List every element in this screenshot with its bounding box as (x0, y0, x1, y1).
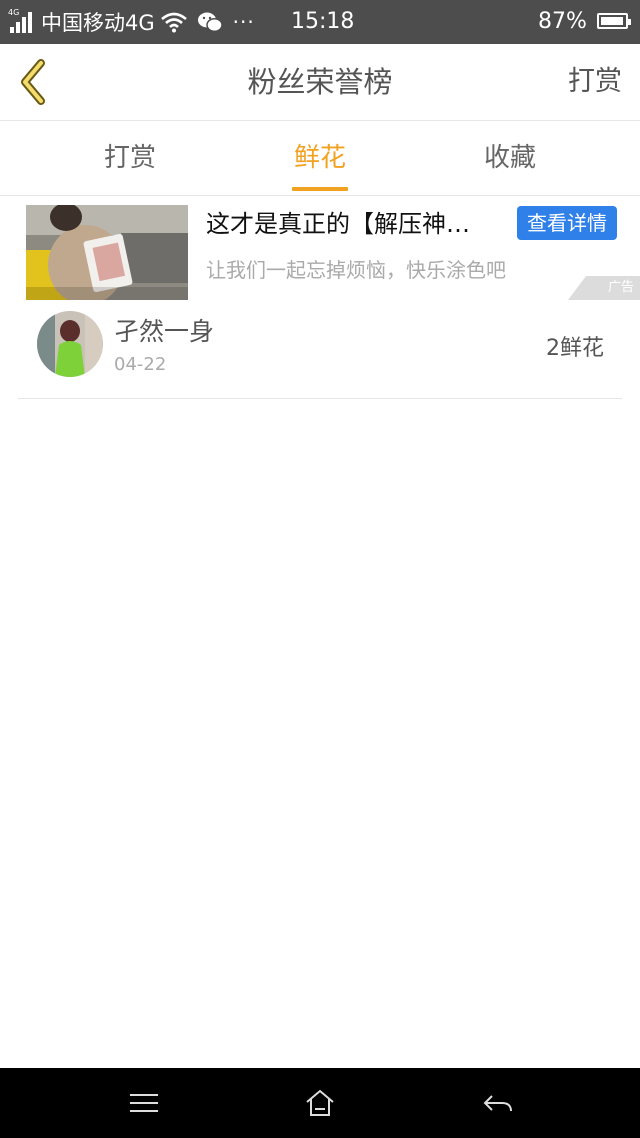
menu-icon[interactable] (126, 1088, 162, 1118)
flower-count: 2鲜花 (546, 336, 604, 361)
tab-label: 打赏 (103, 143, 156, 173)
view-details-button[interactable]: 查看详情 (517, 206, 617, 240)
fan-name: 孑然一身 (114, 317, 215, 346)
ad-thumbnail (26, 205, 188, 300)
battery-percent: 87% (538, 9, 587, 34)
tab-reward[interactable]: 打赏 (70, 121, 190, 195)
tab-label: 收藏 (483, 143, 536, 173)
tab-flowers[interactable]: 鲜花 (260, 121, 380, 195)
network-type-label: 4G (8, 8, 20, 17)
battery-icon (597, 13, 631, 29)
system-nav-bar (0, 1068, 640, 1138)
cell-signal-icon: 4G (8, 7, 38, 37)
more-notifications-icon: ··· (232, 10, 255, 34)
nav-bar: 粉丝荣誉榜 打赏 (0, 44, 640, 121)
list-item[interactable]: 孑然一身 04-22 2鲜花 (18, 302, 622, 399)
avatar (37, 311, 103, 377)
clock: 15:18 (291, 9, 355, 34)
fan-date: 04-22 (114, 354, 167, 375)
page-title: 粉丝荣誉榜 (247, 65, 393, 99)
tab-favorites[interactable]: 收藏 (450, 121, 570, 195)
active-tab-indicator (292, 187, 348, 191)
wechat-icon (197, 11, 223, 33)
ad-description: 让我们一起忘掉烦恼，快乐涂色吧 (206, 258, 506, 282)
tab-bar: 打赏 鲜花 收藏 (0, 121, 640, 196)
back-nav-icon[interactable] (480, 1088, 516, 1118)
wifi-icon (160, 11, 187, 33)
carrier-name: 中国移动4G (41, 11, 155, 35)
status-bar: 4G 中国移动4G ··· 15:18 87% (0, 0, 640, 44)
home-icon[interactable] (302, 1088, 338, 1118)
ad-banner[interactable]: 这才是真正的【解压神… 让我们一起忘掉烦恼，快乐涂色吧 查看详情 广告 (0, 196, 640, 302)
tab-label: 鲜花 (293, 143, 346, 173)
ad-badge: 广告 (568, 276, 640, 300)
ad-title: 这才是真正的【解压神… (206, 210, 470, 238)
reward-button[interactable]: 打赏 (568, 44, 622, 120)
